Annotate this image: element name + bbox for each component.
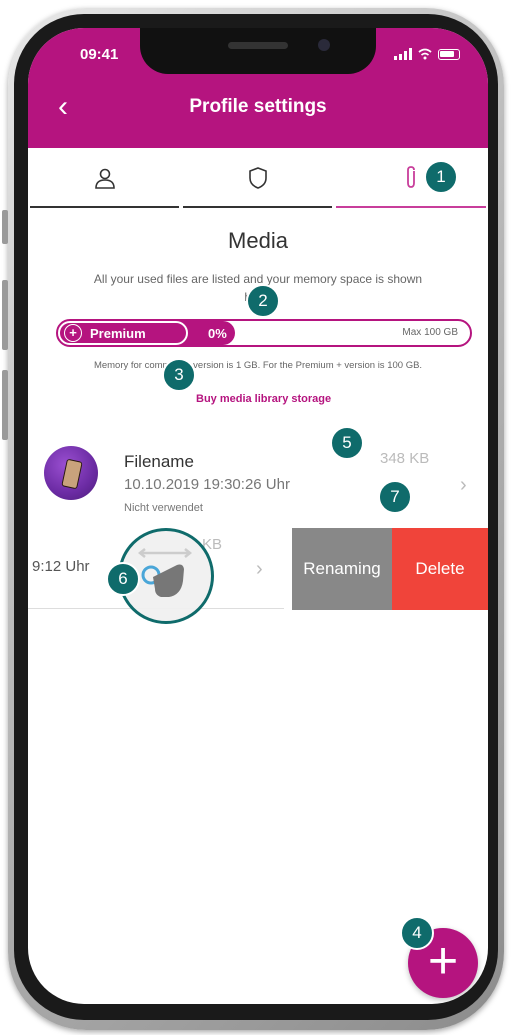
mute-switch (2, 210, 8, 244)
callout-badge: 2 (246, 284, 280, 318)
screen: 09:41 ‹ Profile settings Media All your … (28, 28, 488, 1004)
storage-bar: + Premium 0% Max 100 GB (56, 319, 472, 347)
delete-button[interactable]: Delete (392, 528, 488, 610)
page-title: Profile settings (189, 96, 327, 117)
storage-percent: 0% (208, 326, 227, 341)
phone-image-icon (61, 458, 83, 490)
tab-media[interactable] (334, 148, 488, 208)
volume-down-button (2, 370, 8, 440)
buy-storage-link[interactable]: Buy media library storage (196, 393, 331, 405)
callout-badge: 6 (106, 562, 140, 596)
tab-underline (30, 206, 179, 208)
camera (318, 39, 330, 51)
notch (140, 28, 376, 74)
tab-security[interactable] (181, 148, 334, 208)
memory-note: Memory for community version is 1 GB. Fo… (93, 360, 423, 371)
plus-icon: + (64, 324, 82, 342)
premium-label: Premium (90, 325, 146, 341)
rename-button[interactable]: Renaming (292, 528, 392, 610)
file-size: 348 KB (380, 450, 430, 467)
file-name: Filename (124, 452, 194, 471)
swiped-file-date: 9:12 Uhr (32, 558, 90, 575)
user-icon (94, 168, 115, 189)
tab-profile[interactable] (28, 148, 181, 208)
callout-badge: 1 (424, 160, 458, 194)
callout-badge: 5 (330, 426, 364, 460)
status-icons (394, 48, 460, 60)
swiped-file-item[interactable]: 9:12 Uhr KB › Renaming Delete (28, 500, 488, 610)
callout-badge: 4 (400, 916, 434, 950)
media-title: Media (228, 228, 288, 253)
battery-icon (438, 48, 460, 60)
status-time: 09:41 (80, 46, 119, 63)
premium-upgrade-pill[interactable]: + Premium (58, 321, 188, 345)
tab-underline-active (336, 206, 486, 208)
volume-up-button (2, 280, 8, 350)
callout-badge: 3 (162, 358, 196, 392)
signal-icon (394, 48, 412, 60)
callout-badge: 7 (378, 480, 412, 514)
file-thumbnail (44, 446, 98, 500)
file-date: 10.10.2019 19:30:26 Uhr (124, 476, 290, 493)
wifi-icon (418, 48, 432, 60)
profile-tabs (28, 148, 488, 208)
chevron-right-icon: › (460, 474, 467, 496)
paperclip-icon (407, 166, 415, 188)
shield-icon (248, 167, 267, 189)
app-header: 09:41 ‹ Profile settings (28, 28, 488, 148)
speaker (228, 42, 288, 49)
tab-underline (183, 206, 332, 208)
storage-max: Max 100 GB (402, 327, 458, 338)
chevron-right-icon: › (256, 558, 263, 580)
